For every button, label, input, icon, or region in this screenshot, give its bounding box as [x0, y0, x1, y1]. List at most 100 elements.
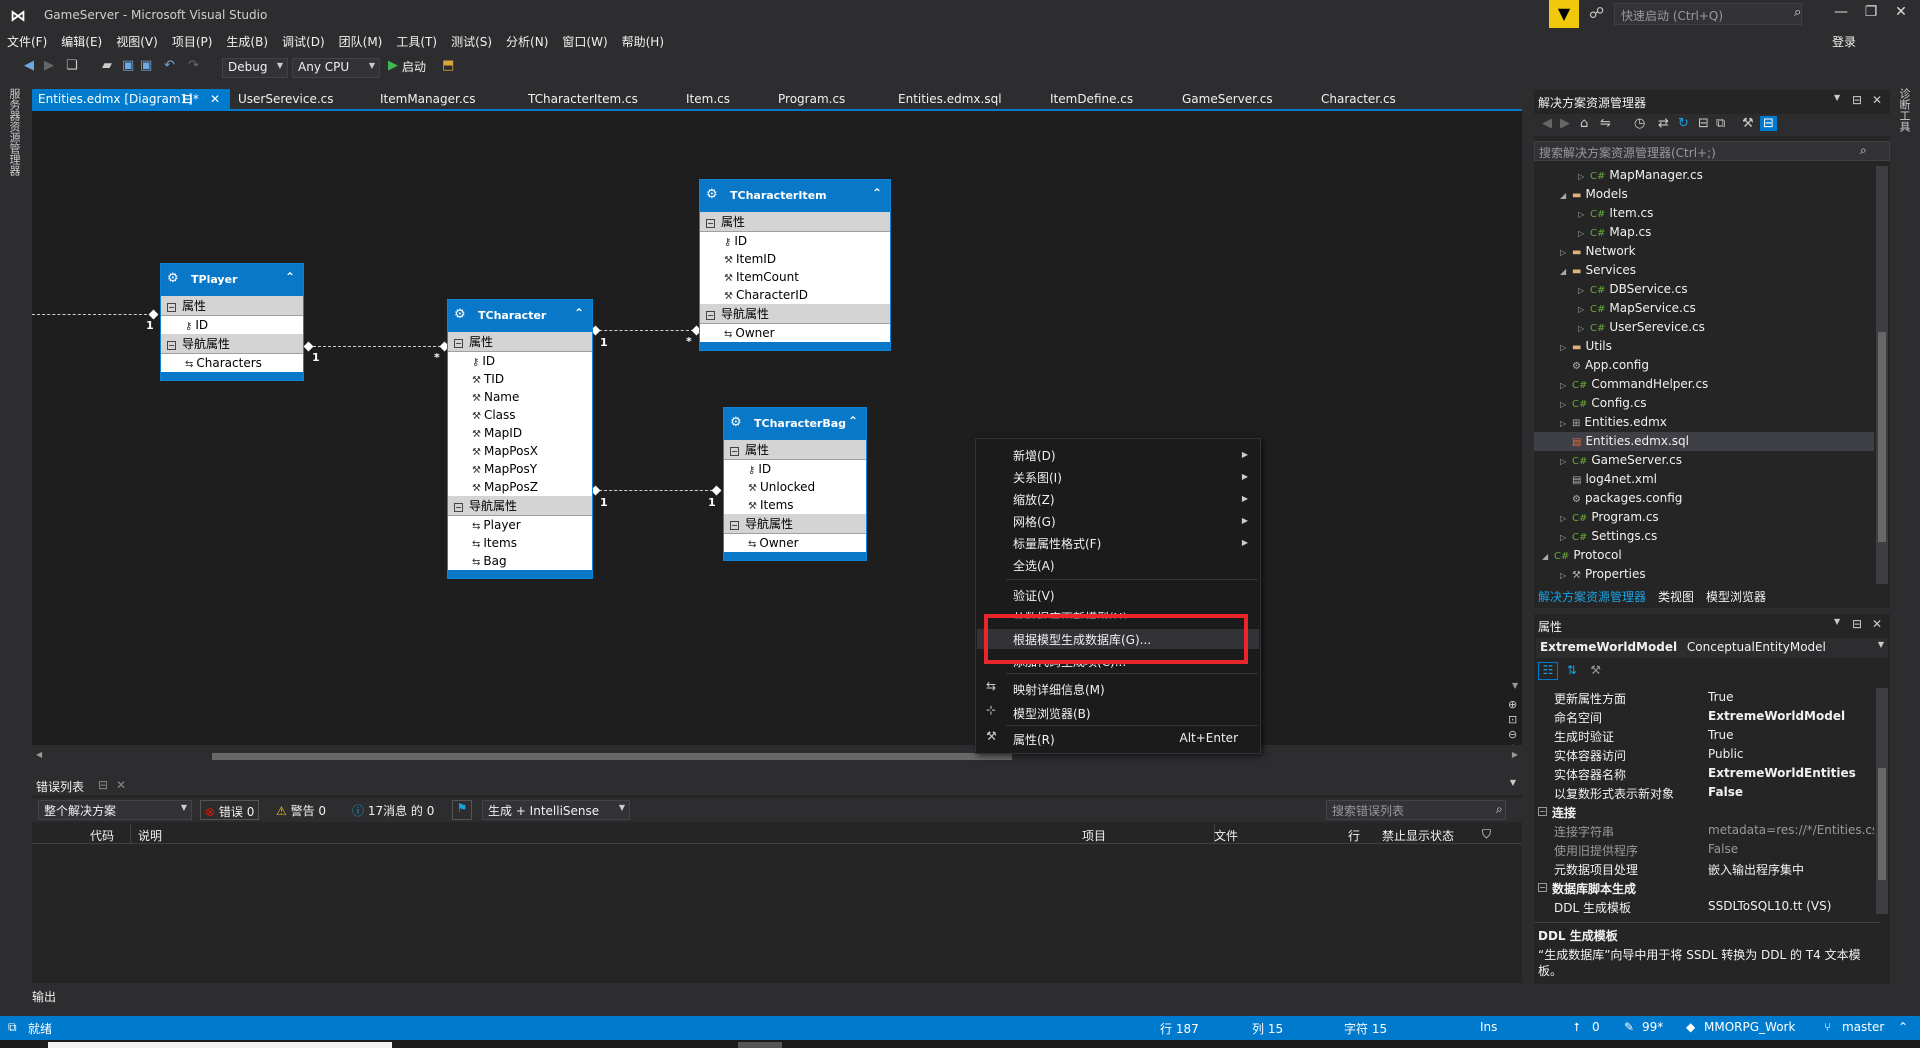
entity-tcharacter[interactable]: ⚙ TCharacter ⌃ − 属性 ⚷ ID ⚒ TID ⚒ Name ⚒ Class…	[447, 299, 593, 579]
property-value[interactable]: ExtremeWorldModel	[1708, 709, 1874, 723]
properties-section[interactable]: − 属性	[161, 296, 303, 316]
warnings-filter-button[interactable]: ⚠ 警告 0	[276, 802, 326, 819]
property-value[interactable]: False	[1708, 785, 1874, 799]
platform-select[interactable]: Any CPU ▼	[292, 58, 380, 78]
tree-item-item[interactable]: ▷ C# Item.cs	[1578, 204, 1653, 223]
redo-icon[interactable]: ↷	[188, 58, 199, 73]
scrollbar-thumb[interactable]	[1878, 332, 1886, 542]
taskbar-item[interactable]	[48, 1042, 392, 1048]
property-row[interactable]: 连接字符串 metadata=res://*/Entities.csdl|	[1534, 821, 1874, 840]
pin-icon[interactable]: ⊟	[1852, 93, 1862, 107]
server-explorer-tab[interactable]: 服务器资源管理器	[8, 88, 22, 176]
messages-filter-button[interactable]: ⓘ 17消息 的 0	[352, 802, 434, 819]
menu-file[interactable]: 文件(F)	[0, 32, 54, 52]
menu-item-add[interactable]: 新增(D)	[1013, 447, 1056, 464]
nav-property-characters[interactable]: ⇆ Characters	[161, 354, 303, 372]
tree-item-utils[interactable]: ▷ ▬ Utils	[1560, 337, 1612, 356]
property-value[interactable]: 嵌入输出程序集中	[1708, 861, 1874, 878]
property-mapposz[interactable]: ⚒ MapPosZ	[448, 478, 592, 496]
menu-analyze[interactable]: 分析(N)	[499, 32, 555, 52]
collapse-icon[interactable]: ◢	[1560, 186, 1572, 205]
preview-selected-icon[interactable]: ⊟	[1760, 116, 1777, 131]
expand-icon[interactable]: ▷	[1578, 300, 1590, 319]
search-icon[interactable]: ⌕	[1794, 5, 1801, 20]
chevron-down-icon[interactable]: ▼	[1834, 617, 1840, 626]
refresh-icon[interactable]: ↻	[1678, 116, 1689, 131]
property-mapposy[interactable]: ⚒ MapPosY	[448, 460, 592, 478]
expand-icon[interactable]: ▷	[1560, 338, 1572, 357]
property-items[interactable]: ⚒ Items	[724, 496, 866, 514]
menu-item-grid[interactable]: 网格(G)	[1013, 513, 1056, 530]
entity-header[interactable]: ⚙ TPlayer ⌃	[161, 264, 303, 296]
properties-object-select[interactable]: ExtremeWorldModel ConceptualEntityModel …	[1536, 638, 1888, 658]
horizontal-scrollbar[interactable]: ◀ ▶	[32, 748, 1522, 764]
tree-item-app-config[interactable]: ⚙ App.config	[1572, 356, 1649, 375]
back-icon[interactable]: ◀	[1542, 116, 1552, 131]
tab-program[interactable]: Program.cs	[778, 89, 845, 109]
search-error-list-input[interactable]: 搜索错误列表	[1326, 800, 1506, 820]
property-row[interactable]: DDL 生成模板 SSDLToSQL10.tt (VS)	[1534, 897, 1874, 916]
diagnostic-tools-tab[interactable]: 诊断工具	[1898, 88, 1912, 132]
search-icon[interactable]: ⌕	[1496, 802, 1503, 817]
expand-icon[interactable]: ▷	[1560, 566, 1572, 585]
collapse-category-icon[interactable]: −	[1538, 883, 1547, 892]
scrollbar-thumb[interactable]	[212, 753, 1012, 760]
property-tid[interactable]: ⚒ TID	[448, 370, 592, 388]
tab-solution-explorer[interactable]: 解决方案资源管理器	[1538, 588, 1646, 605]
column-file[interactable]: 文件	[1214, 827, 1238, 844]
collapse-section-icon[interactable]: −	[454, 339, 463, 348]
collapse-icon[interactable]: ⌃	[285, 270, 295, 284]
column-line[interactable]: 行	[1348, 827, 1360, 844]
property-mapposx[interactable]: ⚒ MapPosX	[448, 442, 592, 460]
collapse-icon[interactable]: ⌃	[574, 306, 584, 320]
expand-icon[interactable]: ▷	[1578, 205, 1590, 224]
menu-item-scalar-format[interactable]: 标量属性格式(F)	[1013, 535, 1101, 552]
minimize-button[interactable]: —	[1826, 4, 1856, 20]
collapse-section-icon[interactable]: −	[167, 341, 176, 350]
tab-character[interactable]: Character.cs	[1321, 89, 1396, 109]
collapse-section-icon[interactable]: −	[730, 447, 739, 456]
tree-item-packages-config[interactable]: ⚙ packages.config	[1572, 489, 1682, 508]
pin-icon[interactable]: ⊟	[1852, 617, 1862, 631]
close-window-button[interactable]: ✕	[1886, 4, 1916, 20]
move-icon[interactable]: ✥	[1508, 742, 1517, 745]
tab-item[interactable]: Item.cs	[686, 89, 730, 109]
menu-item-diagram[interactable]: 关系图(I)	[1013, 469, 1062, 486]
close-icon[interactable]: ✕	[1872, 617, 1882, 631]
zoom-in-icon[interactable]: ⊕	[1508, 697, 1517, 712]
errors-filter-button[interactable]: ⊗ 错误 0	[200, 800, 260, 820]
menu-view[interactable]: 视图(V)	[109, 32, 165, 52]
menu-item-validate[interactable]: 验证(V)	[1013, 587, 1055, 604]
nav-property-owner[interactable]: ⇆ Owner	[700, 324, 890, 342]
expand-icon[interactable]: ▷	[1560, 395, 1572, 414]
collapse-section-icon[interactable]: −	[167, 303, 176, 312]
property-unlocked[interactable]: ⚒ Unlocked	[724, 478, 866, 496]
collapse-section-icon[interactable]: −	[454, 503, 463, 512]
properties-wrench-icon[interactable]: ⚒	[1742, 116, 1754, 131]
menu-window[interactable]: 窗口(W)	[555, 32, 614, 52]
collapse-icon[interactable]: ◢	[1542, 547, 1554, 566]
feedback-icon[interactable]: ☍	[1589, 4, 1604, 22]
menu-help[interactable]: 帮助(H)	[615, 32, 671, 52]
zoom-out-icon[interactable]: ⊖	[1508, 727, 1517, 742]
expand-icon[interactable]: ▷	[1578, 319, 1590, 338]
tab-itemmanager[interactable]: ItemManager.cs	[380, 89, 475, 109]
chevron-down-icon[interactable]: ▼	[1834, 93, 1840, 102]
tree-item-network[interactable]: ▷ ▬ Network	[1560, 242, 1636, 261]
nav-properties-section[interactable]: − 导航属性	[448, 496, 592, 516]
expand-icon[interactable]: ▷	[1560, 528, 1572, 547]
menu-build[interactable]: 生成(B)	[219, 32, 275, 52]
close-icon[interactable]: ✕	[116, 778, 126, 792]
alphabetical-icon[interactable]: ⇅	[1562, 663, 1582, 677]
expand-icon[interactable]: ▷	[1578, 281, 1590, 300]
tree-item-services[interactable]: ◢ ▬ Services	[1560, 261, 1636, 280]
nav-properties-section[interactable]: − 导航属性	[161, 334, 303, 354]
property-name[interactable]: ⚒ Name	[448, 388, 592, 406]
menu-item-zoom[interactable]: 缩放(Z)	[1013, 491, 1055, 508]
new-project-icon[interactable]: ❏	[66, 58, 78, 73]
property-value[interactable]: ExtremeWorldEntities	[1708, 766, 1874, 780]
nav-property-owner[interactable]: ⇆ Owner	[724, 534, 866, 552]
tree-item-properties[interactable]: ▷ ⚒ Properties	[1560, 565, 1646, 584]
tree-item-config[interactable]: ▷ C# Config.cs	[1560, 394, 1647, 413]
build-filter-icon[interactable]: ⚑	[452, 800, 472, 820]
